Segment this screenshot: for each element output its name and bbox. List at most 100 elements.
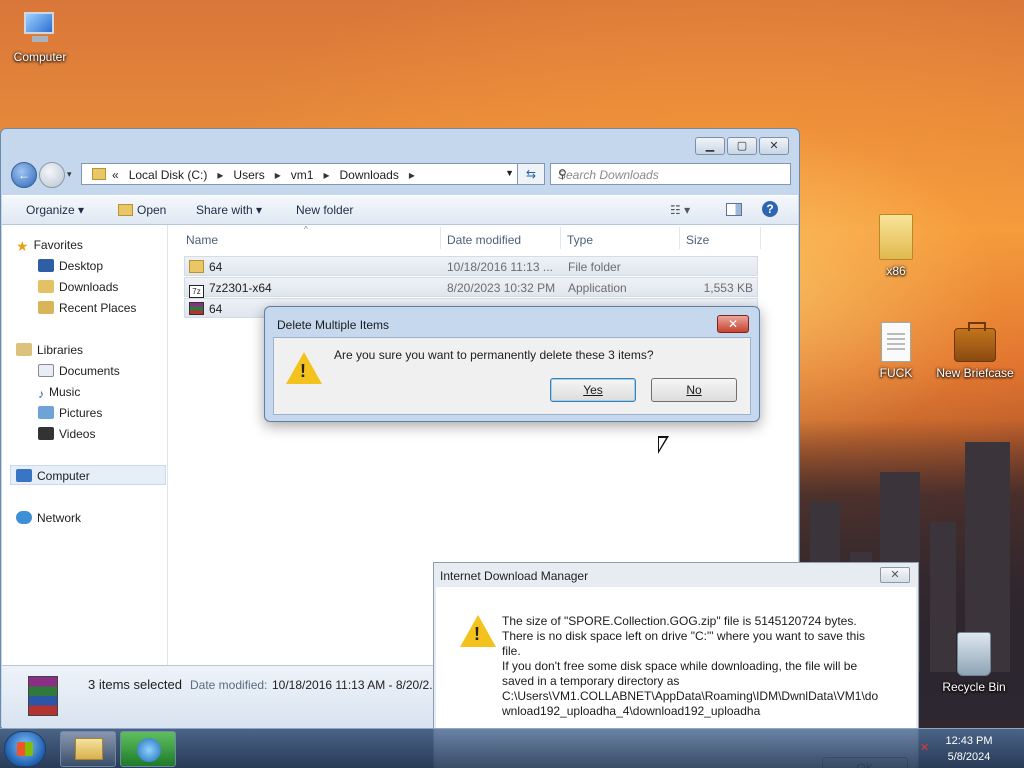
recent-pages-dropdown[interactable]: ▾ — [67, 169, 72, 180]
chevron-right-icon[interactable]: ▸ — [217, 168, 223, 182]
winrar-archive-icon — [28, 676, 58, 716]
no-button[interactable]: No — [651, 378, 737, 402]
nav-desktop[interactable]: Desktop — [38, 259, 103, 273]
address-dropdown-icon[interactable]: ▼ — [505, 168, 514, 178]
chevron-right-icon[interactable]: ▸ — [323, 168, 329, 182]
nav-music[interactable]: ♪ Music — [38, 385, 80, 401]
desktop-icon-fuck[interactable]: FUCK — [856, 322, 936, 380]
yes-button[interactable]: Yes — [550, 378, 636, 402]
computer-icon — [20, 10, 60, 46]
date-modified-label: Date modified: — [190, 678, 268, 692]
clock-time: 12:43 PM — [945, 735, 993, 747]
new-folder-button[interactable]: New folder — [296, 203, 353, 217]
nav-pictures[interactable]: Pictures — [38, 406, 102, 420]
delete-multiple-items-dialog: Delete Multiple Items ✕ Are you sure you… — [264, 306, 760, 422]
documents-icon — [38, 364, 54, 377]
column-header-date[interactable]: Date modified — [447, 233, 521, 247]
message-line: The size of "SPORE.Collection.GOG.zip" f… — [502, 614, 857, 628]
breadcrumb-downloads[interactable]: Downloads — [339, 168, 398, 182]
column-header-type[interactable]: Type — [567, 233, 593, 247]
file-row[interactable]: 64 10/18/2016 11:13 ... File folder — [184, 256, 758, 276]
videos-icon — [38, 427, 54, 440]
message-line: There is no disk space left on drive "C:… — [502, 629, 865, 643]
taskbar-idm[interactable] — [120, 731, 176, 767]
minimize-button[interactable]: ▁ — [695, 137, 725, 155]
navigation-pane: ★ Favorites Desktop Downloads Recent Plac… — [2, 225, 168, 665]
warning-icon — [460, 615, 496, 647]
recent-places-icon — [38, 301, 54, 314]
share-with-button[interactable]: Share with ▾ — [196, 203, 262, 217]
help-icon[interactable]: ? — [762, 201, 778, 217]
open-button[interactable]: Open — [118, 203, 166, 217]
breadcrumb: « Local Disk (C:) ▸ Users ▸ vm1 ▸ Downlo… — [92, 168, 415, 182]
taskbar-explorer[interactable] — [60, 731, 116, 767]
file-row[interactable]: 7z 7z2301-x64 8/20/2023 10:32 PM Applicat… — [184, 277, 758, 298]
breadcrumb-users[interactable]: Users — [233, 168, 264, 182]
desktop-icon-new-briefcase[interactable]: New Briefcase — [934, 322, 1016, 380]
column-header-size[interactable]: Size — [686, 233, 709, 247]
organize-button[interactable]: Organize ▾ — [26, 203, 84, 217]
nav-favorites[interactable]: ★ Favorites — [16, 238, 83, 254]
nav-network[interactable]: Network — [16, 511, 81, 525]
desktop-icon-computer[interactable]: Computer — [0, 10, 80, 64]
preview-pane-icon[interactable] — [726, 203, 742, 219]
maximize-button[interactable]: ▢ — [727, 137, 757, 155]
window-controls: ▁ ▢ ✕ — [693, 137, 789, 155]
desktop-icon-label: x86 — [886, 264, 906, 278]
pictures-icon — [38, 406, 54, 419]
message-line: C:\Users\VM1.COLLABNET\AppData\Roaming\I… — [502, 689, 879, 703]
refresh-button[interactable]: ⇆ — [517, 163, 545, 185]
chevron-right-icon[interactable]: ▸ — [409, 168, 415, 182]
breadcrumb-vm1[interactable]: vm1 — [291, 168, 314, 182]
desktop-icon-x86[interactable]: x86 — [856, 214, 936, 278]
address-row: ← → ▾ « Local Disk (C:) ▸ Users ▸ vm1 ▸ … — [9, 161, 793, 191]
folder-icon — [92, 168, 106, 180]
dialog-body: Are you sure you want to permanently del… — [273, 337, 751, 415]
recycle-bin-icon — [957, 632, 991, 676]
desktop-icon-recycle-bin[interactable]: Recycle Bin — [934, 632, 1014, 694]
dialog-title: Delete Multiple Items — [277, 318, 390, 332]
clock-date: 5/8/2024 — [947, 751, 991, 763]
open-icon — [118, 204, 133, 216]
back-button[interactable]: ← — [11, 162, 37, 188]
selection-count: 3 items selected — [88, 677, 182, 692]
close-button[interactable]: ✕ — [717, 315, 749, 333]
nav-videos[interactable]: Videos — [38, 427, 95, 441]
nav-downloads[interactable]: Downloads — [38, 280, 118, 294]
date-modified-value: 10/18/2016 11:13 AM - 8/20/2... — [272, 678, 440, 692]
dialog-message: The size of "SPORE.Collection.GOG.zip" f… — [502, 614, 892, 719]
breadcrumb-local-disk[interactable]: Local Disk (C:) — [129, 168, 208, 182]
breadcrumb-overflow[interactable]: « — [112, 168, 119, 182]
column-header-name[interactable]: Name — [186, 233, 218, 247]
star-icon: ★ — [16, 238, 29, 254]
close-button[interactable]: ✕ — [880, 567, 910, 583]
start-button[interactable] — [4, 731, 46, 767]
computer-icon — [16, 469, 32, 482]
folder-icon — [879, 214, 913, 260]
nav-documents[interactable]: Documents — [38, 364, 120, 378]
message-line: If you don't free some disk space while … — [502, 659, 858, 673]
desktop-icon — [38, 259, 54, 272]
nav-computer[interactable]: Computer — [16, 469, 90, 483]
mouse-cursor — [658, 436, 669, 454]
nav-libraries[interactable]: Libraries — [16, 343, 83, 357]
search-input[interactable]: Search Downloads ⚲ — [550, 163, 791, 185]
chevron-right-icon[interactable]: ▸ — [275, 168, 281, 182]
desktop-icon-label: Recycle Bin — [942, 680, 1006, 694]
search-icon[interactable]: ⚲ — [558, 167, 784, 181]
change-view-icon[interactable]: ☷ ▾ — [670, 203, 690, 217]
dialog-title: Internet Download Manager — [440, 569, 589, 583]
nav-recent-places[interactable]: Recent Places — [38, 301, 136, 315]
folder-icon — [189, 260, 204, 273]
downloads-icon — [38, 280, 54, 293]
forward-button[interactable]: → — [39, 162, 65, 188]
explorer-icon — [75, 738, 103, 760]
desktop-icon-label: New Briefcase — [936, 366, 1014, 380]
desktop-icon-label: Computer — [13, 50, 67, 64]
taskbar: ✕ 12:43 PM 5/8/2024 — [0, 728, 1024, 768]
address-bar[interactable]: « Local Disk (C:) ▸ Users ▸ vm1 ▸ Downlo… — [81, 163, 545, 185]
system-clock[interactable]: 12:43 PM 5/8/2024 — [914, 729, 1024, 768]
message-line: file. — [502, 644, 521, 658]
network-icon — [16, 511, 32, 524]
close-button[interactable]: ✕ — [759, 137, 789, 155]
